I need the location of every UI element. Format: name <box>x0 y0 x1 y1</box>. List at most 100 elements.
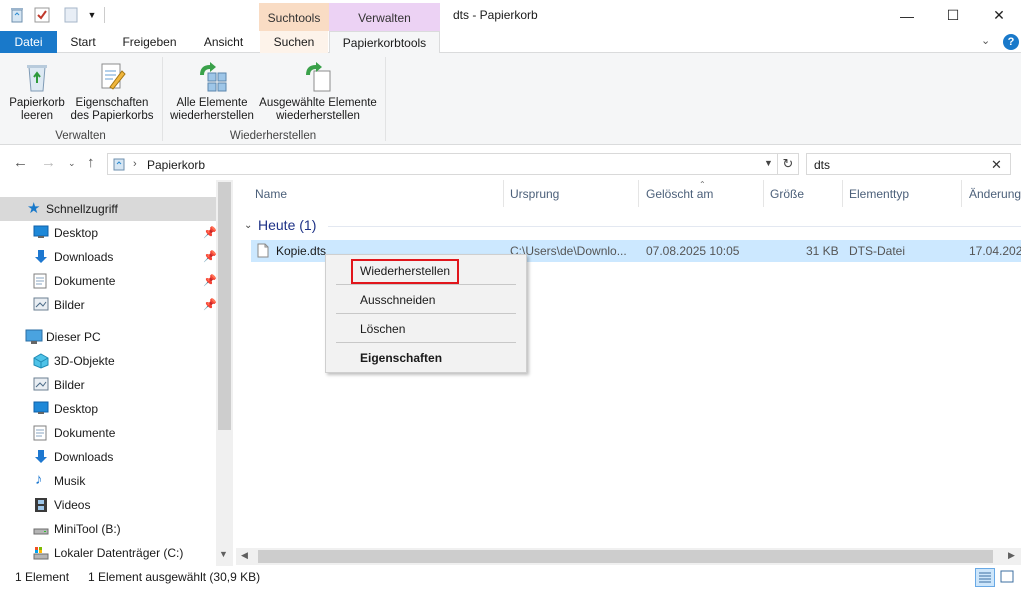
menu-separator <box>336 284 516 285</box>
close-button[interactable]: ✕ <box>976 0 1021 31</box>
column-header-geloescht-am[interactable]: Gelöscht am <box>646 187 713 201</box>
forward-icon[interactable]: → <box>41 154 56 171</box>
column-header-elementtyp[interactable]: Elementtyp <box>849 187 909 201</box>
nav-item-dieser-pc[interactable]: Dieser PC <box>0 325 216 349</box>
nav-item-lokaler-datentraeger[interactable]: Lokaler Datenträger (C:) <box>0 541 216 565</box>
nav-item-dokumente[interactable]: Dokumente 📌 <box>0 269 217 293</box>
menu-item-wiederherstellen[interactable]: Wiederherstellen <box>360 264 450 278</box>
nav-scrollbar-thumb[interactable] <box>218 182 231 430</box>
nav-item-dokumente-pc[interactable]: Dokumente <box>0 421 216 445</box>
tab-freigeben[interactable]: Freigeben <box>109 31 190 53</box>
nav-item-schnellzugriff[interactable]: ★ Schnellzugriff <box>0 197 216 221</box>
nav-label: Lokaler Datenträger (C:) <box>54 546 184 560</box>
restore-all-button[interactable]: Alle Elemente wiederherstellen <box>166 61 258 123</box>
recycle-bin-icon <box>21 61 53 93</box>
empty-recycle-bin-label-2: leeren <box>21 110 53 122</box>
help-icon[interactable]: ? <box>1003 34 1019 50</box>
column-header-aenderung[interactable]: Änderung <box>969 187 1021 201</box>
group-label-wiederherstellen: Wiederherstellen <box>229 130 317 142</box>
ribbon-expand-icon[interactable]: ⌄ <box>981 34 990 47</box>
nav-label: Downloads <box>54 250 114 264</box>
details-view-button[interactable] <box>975 568 995 587</box>
restore-all-label-1: Alle Elemente <box>176 97 248 109</box>
tab-ansicht[interactable]: Ansicht <box>190 31 257 53</box>
menu-item-loeschen[interactable]: Löschen <box>360 322 405 336</box>
pin-icon[interactable]: 📌 <box>203 298 217 311</box>
large-icons-view-button[interactable] <box>998 568 1018 587</box>
menu-item-eigenschaften[interactable]: Eigenschaften <box>360 351 442 365</box>
back-icon[interactable]: ← <box>13 154 28 171</box>
pin-icon[interactable]: 📌 <box>203 226 217 239</box>
nav-item-musik[interactable]: ♪ Musik <box>0 469 216 493</box>
empty-recycle-bin-label-1: Papierkorb <box>9 97 65 109</box>
search-input[interactable]: dts <box>814 158 830 172</box>
horizontal-scrollbar-thumb[interactable] <box>258 550 993 563</box>
search-box[interactable]: dts ✕ <box>806 153 1011 175</box>
column-separator[interactable] <box>842 180 843 207</box>
address-dropdown-icon[interactable]: ▼ <box>764 158 773 168</box>
new-folder-icon[interactable] <box>63 7 79 23</box>
tab-papierkorbtools[interactable]: Papierkorbtools <box>329 31 440 54</box>
breadcrumb-chevron-icon[interactable]: › <box>133 158 137 170</box>
maximize-button[interactable]: ☐ <box>930 0 976 31</box>
file-icon <box>257 243 269 261</box>
nav-item-3d-objekte[interactable]: 3D-Objekte <box>0 349 216 373</box>
group-collapse-icon[interactable]: ⌄ <box>244 220 252 231</box>
desktop-icon <box>33 401 49 417</box>
column-header-name[interactable]: Name <box>255 187 287 201</box>
document-icon <box>33 273 49 289</box>
nav-item-bilder[interactable]: Bilder 📌 <box>0 293 217 317</box>
column-separator[interactable] <box>961 180 962 207</box>
restore-all-label-2: wiederherstellen <box>170 110 254 122</box>
nav-item-minitool[interactable]: MiniTool (B:) <box>0 517 216 541</box>
menu-separator <box>336 313 516 314</box>
context-menu: Wiederherstellen Ausschneiden Löschen Ei… <box>325 254 527 373</box>
group-header[interactable]: Heute (1) <box>258 217 316 233</box>
nav-item-desktop-pc[interactable]: Desktop <box>0 397 216 421</box>
navigation-pane: ★ Schnellzugriff Desktop 📌 Downloads 📌 D… <box>0 180 233 566</box>
horizontal-scrollbar[interactable]: ◀ ▶ <box>236 548 1021 565</box>
quick-access-dropdown-icon[interactable]: ▼ <box>84 7 100 23</box>
recent-locations-icon[interactable]: ⌄ <box>68 158 76 169</box>
film-icon <box>33 497 49 513</box>
file-list: Name Ursprung ⌃ Gelöscht am Größe Elemen… <box>236 180 1021 566</box>
column-separator[interactable] <box>503 180 504 207</box>
system-drive-icon <box>33 545 49 561</box>
nav-label: Dieser PC <box>46 330 101 344</box>
breadcrumb-papierkorb[interactable]: Papierkorb <box>147 158 205 172</box>
scroll-left-icon[interactable]: ◀ <box>241 550 248 561</box>
nav-label: Desktop <box>54 226 99 240</box>
nav-item-desktop[interactable]: Desktop 📌 <box>0 221 217 245</box>
nav-item-downloads[interactable]: Downloads 📌 <box>0 245 217 269</box>
tab-suchen[interactable]: Suchen <box>260 31 328 53</box>
recycle-bin-properties-label-1: Eigenschaften <box>75 97 149 109</box>
nav-item-downloads-pc[interactable]: Downloads <box>0 445 216 469</box>
up-icon[interactable]: ↑ <box>87 154 95 171</box>
properties-check-icon[interactable] <box>34 7 50 23</box>
item-count: 1 Element <box>15 570 70 584</box>
column-separator[interactable] <box>763 180 764 207</box>
recycle-bin-properties-label-2: des Papierkorbs <box>70 110 154 122</box>
column-separator[interactable] <box>638 180 639 207</box>
nav-item-videos[interactable]: Videos <box>0 493 216 517</box>
pin-icon[interactable]: 📌 <box>203 250 217 263</box>
scroll-right-icon[interactable]: ▶ <box>1008 550 1015 561</box>
menu-item-ausschneiden[interactable]: Ausschneiden <box>360 293 435 307</box>
nav-item-bilder-pc[interactable]: Bilder <box>0 373 216 397</box>
minimize-button[interactable]: — <box>884 0 930 31</box>
tab-datei[interactable]: Datei <box>0 31 57 53</box>
pin-icon[interactable]: 📌 <box>203 274 217 287</box>
scroll-down-icon[interactable]: ▼ <box>219 549 228 559</box>
restore-selected-button[interactable]: Ausgewählte Elemente wiederherstellen <box>256 61 380 123</box>
address-bar[interactable]: › Papierkorb ▼ <box>107 153 778 175</box>
empty-recycle-bin-button[interactable]: Papierkorb leeren <box>4 61 70 123</box>
column-header-groesse[interactable]: Größe <box>770 187 804 201</box>
clear-search-icon[interactable]: ✕ <box>991 157 1002 173</box>
recycle-bin-properties-button[interactable]: Eigenschaften des Papierkorbs <box>70 61 154 123</box>
tab-start[interactable]: Start <box>57 31 109 53</box>
column-header-ursprung[interactable]: Ursprung <box>510 187 559 201</box>
nav-label: Videos <box>54 498 91 512</box>
refresh-button[interactable]: ↻ <box>778 153 799 175</box>
recycle-bin-icon <box>9 7 25 23</box>
drive-icon <box>33 521 49 537</box>
